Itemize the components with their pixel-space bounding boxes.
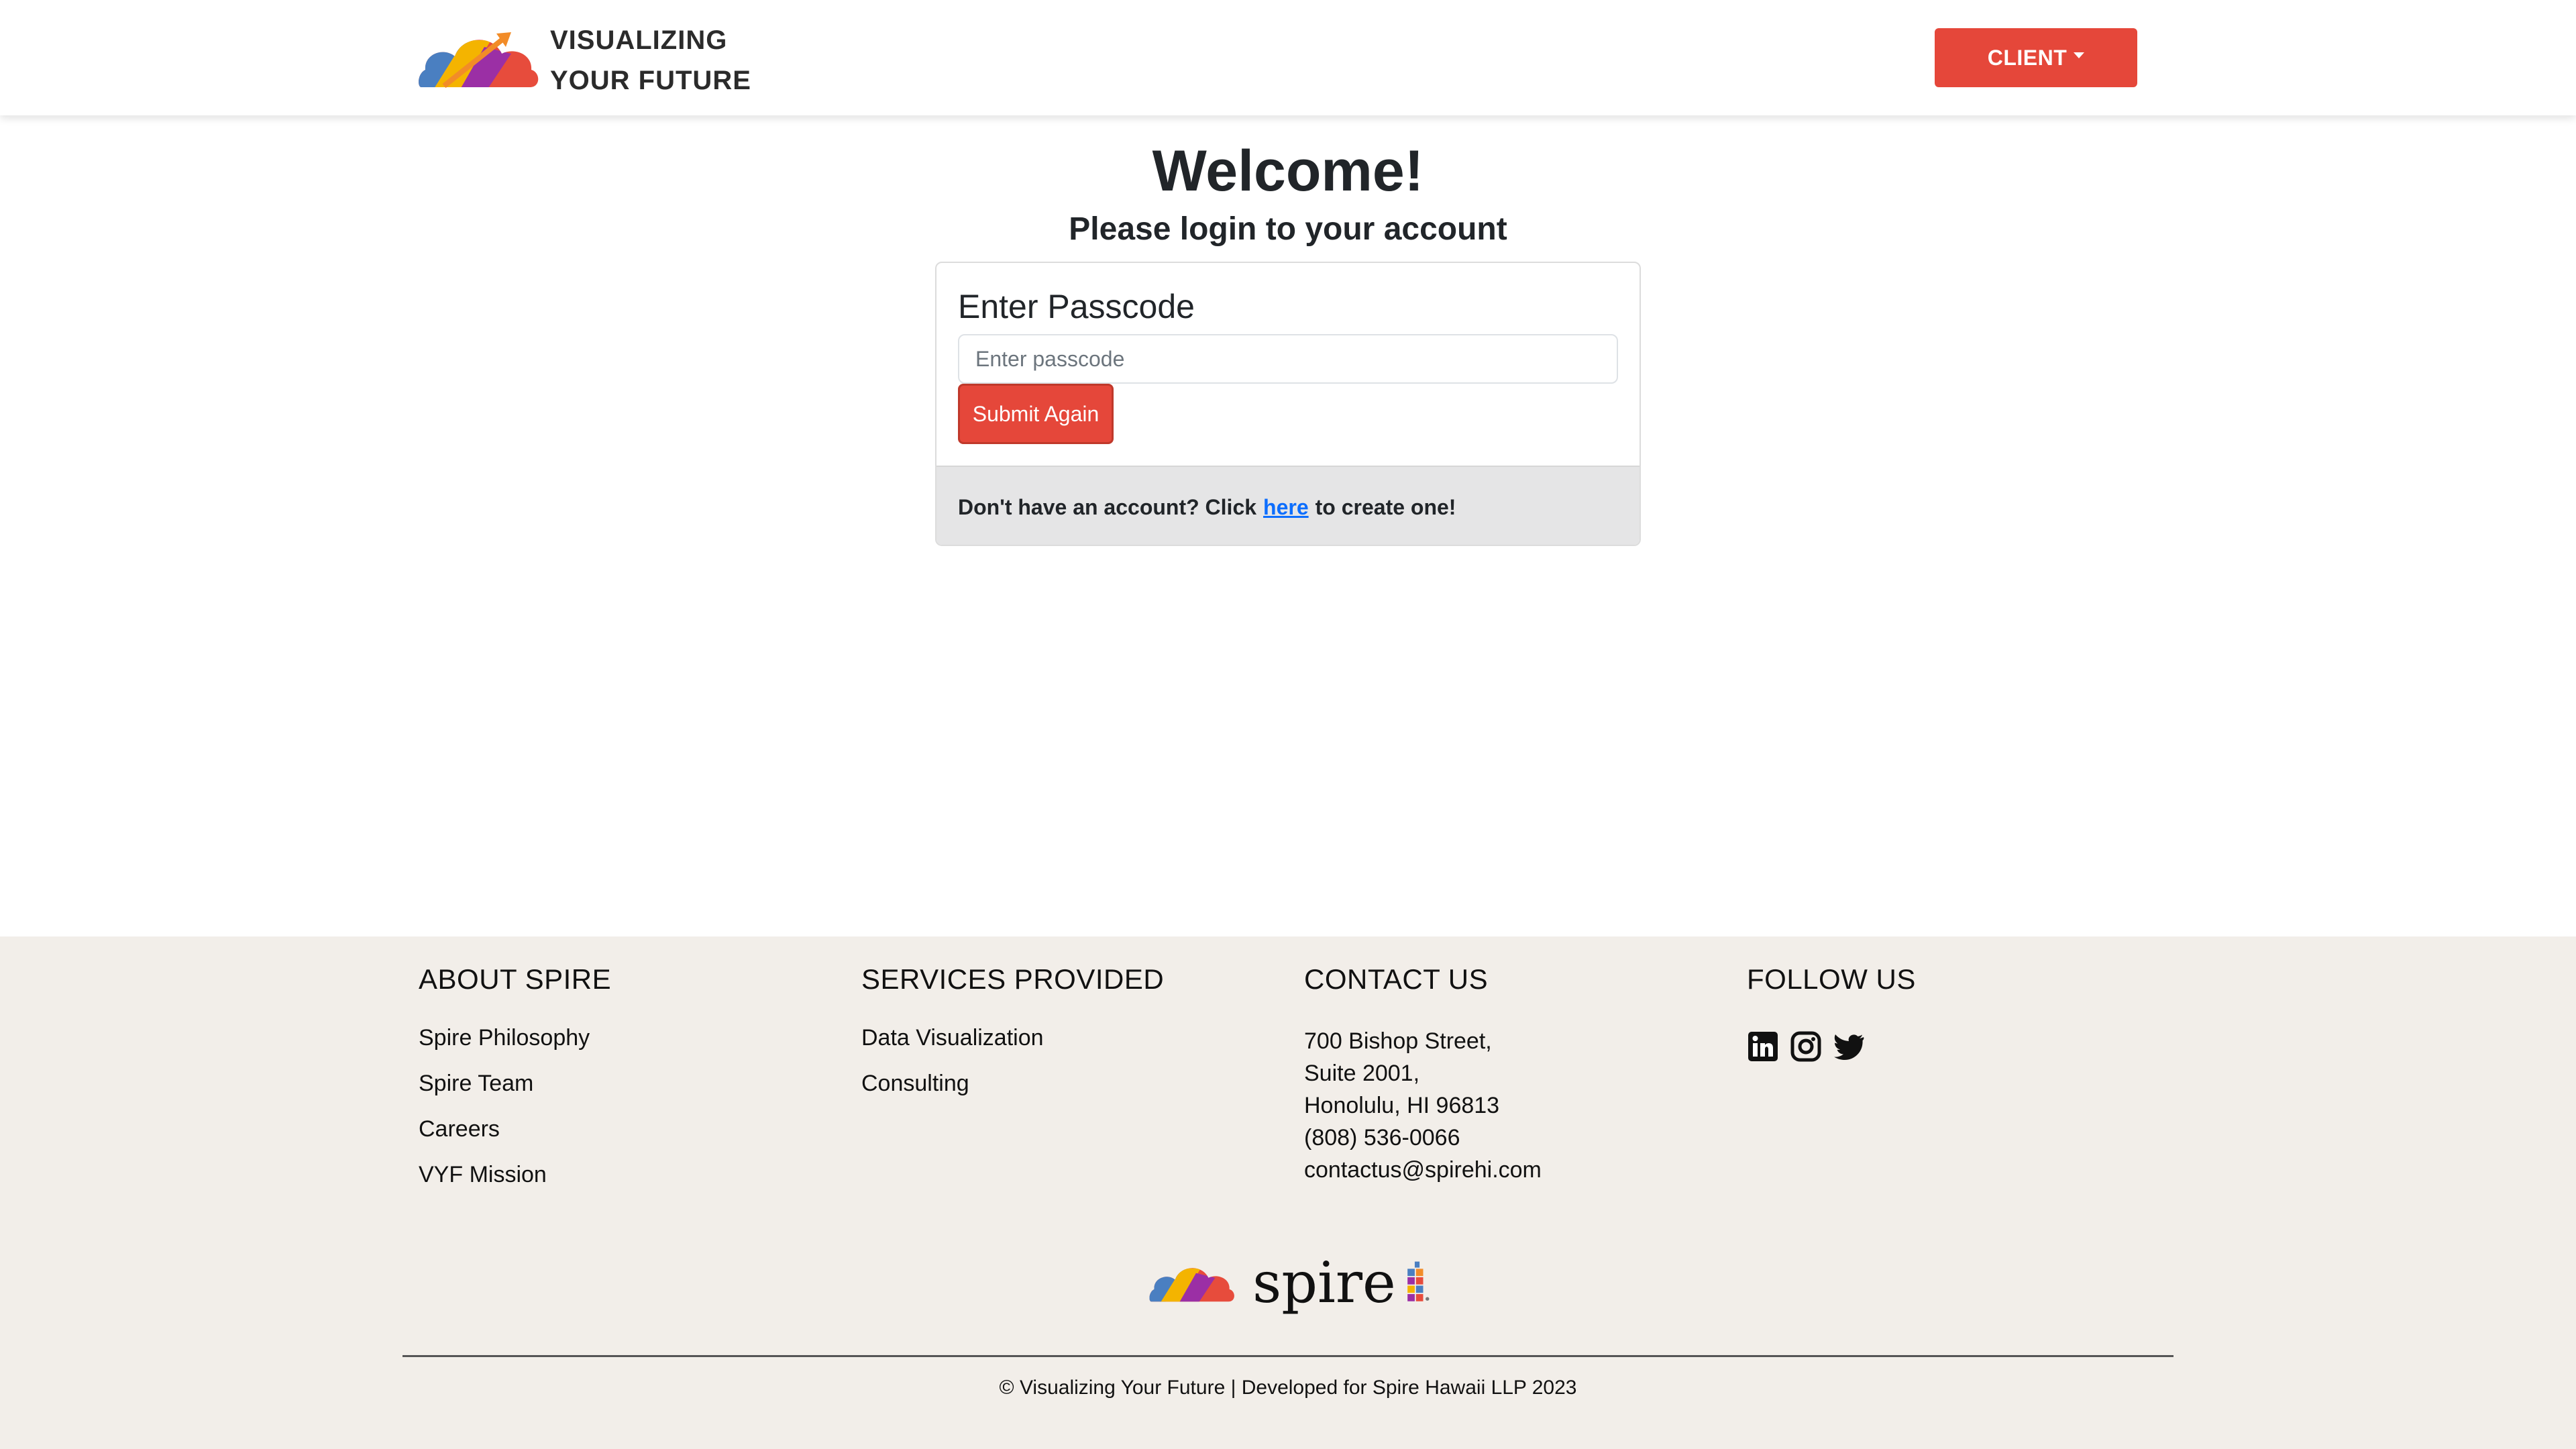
- follow-heading: FOLLOW US: [1747, 963, 1916, 995]
- contact-column: CONTACT US 700 Bishop Street, Suite 2001…: [1304, 963, 1542, 1186]
- footer-link-spire-philosophy[interactable]: Spire Philosophy: [419, 1025, 611, 1071]
- site-footer: ABOUT SPIRE Spire Philosophy Spire Team …: [0, 936, 2576, 1449]
- card-title: Enter Passcode: [958, 288, 1195, 325]
- signup-prompt: Don't have an account? Click here to cre…: [936, 466, 1640, 545]
- footer-link-spire-team[interactable]: Spire Team: [419, 1071, 611, 1116]
- linkedin-icon[interactable]: [1747, 1030, 1779, 1063]
- brand-home-link[interactable]: VISUALIZING YOUR FUTURE: [417, 20, 751, 101]
- footer-link-consulting[interactable]: Consulting: [861, 1071, 1164, 1116]
- instagram-icon[interactable]: [1790, 1030, 1822, 1063]
- follow-column: FOLLOW US: [1747, 963, 1916, 1063]
- twitter-icon[interactable]: [1833, 1030, 1865, 1063]
- contact-heading: CONTACT US: [1304, 963, 1489, 995]
- copyright-text: © Visualizing Your Future | Developed fo…: [999, 1377, 1577, 1399]
- footer-link-careers[interactable]: Careers: [419, 1116, 611, 1162]
- footer-link-data-visualization[interactable]: Data Visualization: [861, 1025, 1164, 1071]
- welcome-heading: Welcome!: [1152, 139, 1424, 203]
- footer-link-vyf-mission[interactable]: VYF Mission: [419, 1162, 611, 1208]
- contact-address: 700 Bishop Street, Suite 2001, Honolulu,…: [1304, 1025, 1542, 1186]
- login-card: Enter Passcode Submit Again Don't have a…: [935, 262, 1641, 546]
- address-line-1: 700 Bishop Street,: [1304, 1028, 1492, 1054]
- submit-button[interactable]: Submit Again: [958, 384, 1114, 444]
- contact-email[interactable]: contactus@spirehi.com: [1304, 1154, 1542, 1186]
- address-line-3: Honolulu, HI 96813: [1304, 1093, 1500, 1118]
- cloud-logo-icon: [1149, 1268, 1234, 1302]
- passcode-input[interactable]: [958, 334, 1618, 384]
- login-subtitle: Please login to your account: [1069, 211, 1507, 247]
- address-line-2: Suite 2001,: [1304, 1061, 1420, 1086]
- login-card-body: Enter Passcode Submit Again: [936, 263, 1640, 466]
- client-button-label: CLIENT: [1987, 45, 2068, 70]
- footer-spire-logo: spire: [1148, 1250, 1430, 1315]
- create-account-link[interactable]: here: [1263, 495, 1309, 520]
- footer-divider: [402, 1355, 2174, 1357]
- spire-building-icon: [1407, 1261, 1430, 1301]
- contact-phone[interactable]: (808) 536-0066: [1304, 1122, 1542, 1154]
- about-column: ABOUT SPIRE Spire Philosophy Spire Team …: [419, 963, 611, 1208]
- brand-line-1: VISUALIZING: [550, 25, 728, 55]
- brand-name: VISUALIZING YOUR FUTURE: [550, 20, 751, 101]
- client-dropdown-button[interactable]: CLIENT: [1935, 28, 2137, 87]
- services-heading: SERVICES PROVIDED: [861, 963, 1165, 995]
- spire-wordmark: spire: [1252, 1250, 1396, 1316]
- top-navbar: VISUALIZING YOUR FUTURE CLIENT: [0, 0, 2576, 115]
- cloud-logo-icon: [419, 32, 539, 89]
- caret-down-icon: [2074, 52, 2085, 58]
- signup-prefix-text: Don't have an account? Click: [958, 494, 1257, 519]
- social-links: [1747, 1030, 1916, 1063]
- signup-suffix-text: to create one!: [1315, 494, 1456, 519]
- brand-line-2: YOUR FUTURE: [550, 66, 751, 95]
- about-heading: ABOUT SPIRE: [419, 963, 612, 995]
- services-column: SERVICES PROVIDED Data Visualization Con…: [861, 963, 1164, 1116]
